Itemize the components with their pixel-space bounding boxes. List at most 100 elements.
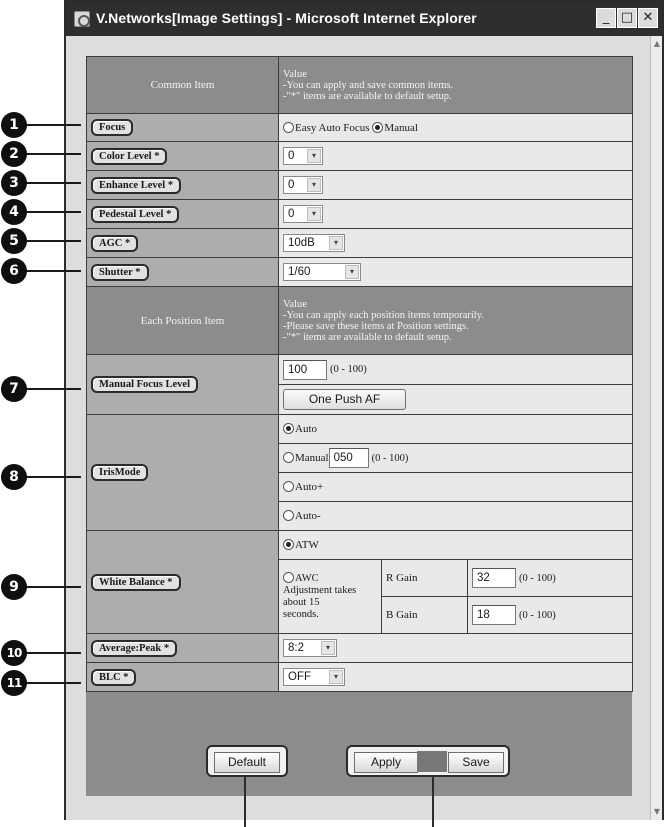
awc-note-line: Adjustment takes	[283, 585, 357, 596]
iris-auto-plus-option[interactable]: Auto+	[277, 472, 634, 502]
chevron-down-icon[interactable]: ▾	[329, 236, 343, 250]
callout-badge-3: 3	[1, 170, 27, 196]
radio-icon[interactable]	[283, 481, 294, 492]
vertical-scrollbar[interactable]: ▲ ▼	[650, 36, 662, 820]
shutter-label: Shutter *	[91, 263, 149, 281]
awc-note-line: about 15	[283, 597, 320, 608]
chevron-down-icon[interactable]: ▾	[345, 265, 359, 279]
callout-badge-6: 6	[1, 258, 27, 284]
scroll-down-arrow-icon[interactable]: ▼	[652, 806, 662, 818]
one-push-af-button[interactable]: One Push AF	[283, 389, 406, 410]
r-gain-label: R Gain	[381, 559, 468, 597]
callout-badge-1: 1	[1, 112, 27, 138]
callout-leader	[25, 586, 81, 588]
blc-label: BLC *	[91, 668, 137, 686]
internet-explorer-icon	[74, 11, 90, 27]
callout-leader	[25, 652, 81, 654]
position-value-header-line: -Please save these items at Position set…	[283, 320, 469, 332]
focus-easy-auto-option[interactable]: Easy Auto Focus	[283, 121, 370, 134]
shutter-select[interactable]: 1/60 ▾	[283, 263, 361, 281]
save-button[interactable]: Save	[448, 752, 504, 773]
blc-select[interactable]: OFF ▾	[283, 668, 345, 686]
enhance-level-value: 0	[288, 179, 295, 191]
white-balance-awc-label: AWC	[295, 573, 319, 584]
radio-icon[interactable]	[283, 510, 294, 521]
callout-badge-2: 2	[1, 141, 27, 167]
color-level-select[interactable]: 0 ▾	[283, 147, 323, 165]
iris-auto-option[interactable]: Auto	[277, 414, 634, 444]
iris-manual-label: Manual	[295, 451, 329, 464]
agc-select[interactable]: 10dB ▾	[283, 234, 345, 252]
average-peak-row: Average:Peak * 8:2 ▾	[86, 633, 634, 663]
chevron-down-icon[interactable]: ▾	[321, 641, 335, 655]
button-divider	[417, 751, 447, 772]
title-bar: V.Networks[Image Settings] - Microsoft I…	[66, 2, 662, 36]
callout-badge-8: 8	[1, 464, 27, 490]
focus-manual-option[interactable]: Manual	[372, 121, 418, 134]
callout-badge-4: 4	[1, 199, 27, 225]
awc-note-line: seconds.	[283, 609, 319, 620]
chevron-down-icon[interactable]: ▾	[307, 178, 321, 192]
callout-leader	[25, 153, 81, 155]
callout-leader	[25, 682, 81, 684]
default-pointer-line	[244, 777, 246, 827]
default-button[interactable]: Default	[214, 752, 280, 773]
white-balance-label: White Balance *	[91, 573, 181, 591]
radio-selected-icon[interactable]	[372, 121, 384, 133]
scroll-up-arrow-icon[interactable]: ▲	[652, 38, 662, 50]
chevron-down-icon[interactable]: ▾	[329, 670, 343, 684]
iris-manual-range: (0 - 100)	[371, 452, 409, 464]
radio-icon[interactable]	[283, 572, 294, 583]
r-gain-range: (0 - 100)	[519, 572, 556, 584]
common-value-header-line: -"*" items are available to default setu…	[283, 90, 452, 102]
average-peak-select[interactable]: 8:2 ▾	[283, 639, 337, 657]
maximize-button[interactable]: □	[617, 8, 637, 28]
apply-save-pointer-line	[432, 777, 434, 827]
b-gain-input[interactable]: 18	[472, 605, 516, 625]
b-gain-range: (0 - 100)	[519, 609, 556, 621]
radio-selected-icon[interactable]	[283, 423, 294, 434]
callout-badge-5: 5	[1, 228, 27, 254]
callout-leader	[25, 388, 81, 390]
minimize-button[interactable]: _	[596, 8, 616, 28]
r-gain-input[interactable]: 32	[472, 568, 516, 588]
callout-badge-11: 11	[1, 670, 27, 696]
apply-button[interactable]: Apply	[354, 752, 418, 773]
pedestal-level-select[interactable]: 0 ▾	[283, 205, 323, 223]
iris-auto-minus-option[interactable]: Auto-	[277, 501, 634, 531]
chevron-down-icon[interactable]: ▾	[307, 207, 321, 221]
common-header-row: Common Item Value -You can apply and sav…	[86, 56, 634, 114]
white-balance-atw-row: White Balance * ATW	[86, 530, 634, 634]
iris-mode-label: IrisMode	[91, 464, 149, 481]
agc-row: AGC * 10dB ▾	[86, 228, 634, 258]
agc-value: 10dB	[288, 237, 315, 249]
pedestal-level-value: 0	[288, 208, 295, 220]
manual-focus-level-input[interactable]: 100	[283, 359, 327, 380]
iris-manual-input[interactable]: 050	[328, 448, 369, 468]
common-item-header: Common Item	[86, 56, 279, 114]
white-balance-awc-option[interactable]: AWC	[283, 572, 377, 585]
iris-manual-option[interactable]: Manual	[283, 451, 329, 464]
enhance-level-row: Enhance Level * 0 ▾	[86, 170, 634, 200]
color-level-value: 0	[288, 150, 295, 162]
agc-label: AGC *	[91, 234, 139, 252]
manual-focus-row: Manual Focus Level 100 (0 - 100)	[86, 354, 634, 415]
callout-leader	[25, 211, 81, 213]
average-peak-label: Average:Peak *	[91, 639, 178, 657]
close-button[interactable]: ✕	[638, 8, 658, 28]
callout-leader	[25, 270, 81, 272]
radio-selected-icon[interactable]	[283, 539, 294, 550]
radio-icon[interactable]	[283, 451, 294, 463]
callout-badge-10: 10	[1, 640, 27, 666]
callout-leader	[25, 182, 81, 184]
color-level-row: Color Level * 0 ▾	[86, 141, 634, 171]
chevron-down-icon[interactable]: ▾	[307, 149, 321, 163]
white-balance-atw-option[interactable]: ATW	[277, 530, 634, 560]
position-value-header-line: Value	[283, 298, 307, 310]
enhance-level-select[interactable]: 0 ▾	[283, 176, 323, 194]
manual-focus-range: (0 - 100)	[330, 364, 367, 375]
focus-row: Focus Easy Auto Focus Manual	[86, 113, 634, 142]
focus-easy-auto-label: Easy Auto Focus	[295, 121, 370, 134]
color-level-label: Color Level *	[91, 147, 168, 165]
radio-icon[interactable]	[283, 121, 294, 133]
